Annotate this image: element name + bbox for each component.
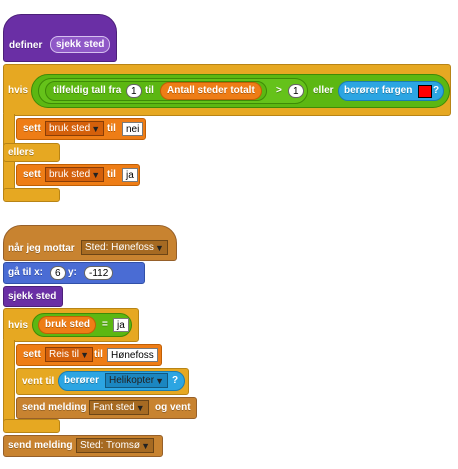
when-receive-label: når jeg mottar: [8, 243, 75, 254]
wait-until-label: vent til: [22, 376, 55, 387]
antall-steder-label: Antall steder totalt: [167, 85, 255, 96]
variable-name: bruk sted: [49, 123, 91, 134]
go-to-label: gå til x:: [8, 267, 44, 278]
gt-symbol: >: [276, 85, 282, 96]
define-name-prototype[interactable]: sjekk sted: [50, 36, 111, 53]
variable-dropdown[interactable]: bruk sted ▼: [45, 121, 105, 136]
touching-target-name: Helikopter: [109, 375, 155, 386]
variable-name: Reis til: [49, 349, 80, 360]
call-label: sjekk sted: [8, 291, 57, 302]
chevron-down-icon: ▼: [91, 170, 101, 180]
touching-target-dropdown[interactable]: Helikopter ▼: [105, 373, 169, 388]
if-bottom-bar: [3, 419, 60, 433]
set-label: sett: [23, 349, 41, 360]
define-name-text: sjekk sted: [56, 39, 105, 50]
eq-value-input[interactable]: ja: [113, 318, 129, 332]
chevron-down-icon: ▼: [141, 441, 151, 451]
variable-dropdown[interactable]: bruk sted ▼: [45, 167, 105, 182]
variable-dropdown[interactable]: Reis til ▼: [45, 347, 94, 362]
broadcast-and-wait-label: send melding: [22, 402, 87, 413]
chevron-down-icon: ▼: [91, 124, 101, 134]
set-value-input[interactable]: Hønefoss: [107, 348, 158, 362]
chevron-down-icon: ▼: [155, 376, 165, 386]
chevron-down-icon: ▼: [155, 243, 164, 253]
y-input[interactable]: -112: [84, 266, 114, 280]
message-dropdown[interactable]: Sted: Hønefoss ▼: [81, 240, 168, 255]
define-label: definer: [9, 40, 43, 51]
chevron-down-icon: ▼: [80, 350, 90, 360]
set-label: sett: [23, 123, 41, 134]
eq-symbol: =: [102, 319, 108, 330]
compare-value-input[interactable]: 1: [288, 84, 304, 98]
message-dropdown[interactable]: Sted: Tromsø ▼: [76, 438, 155, 453]
broadcast-label: send melding: [8, 440, 73, 451]
chevron-down-icon: ▼: [135, 403, 145, 413]
touching-color-label: berører fargen: [344, 85, 413, 96]
set-value-input[interactable]: ja: [122, 168, 138, 182]
random-from-input[interactable]: 1: [126, 84, 142, 98]
set-to-label: til: [94, 349, 103, 360]
if-else-bottom-bar: [3, 188, 60, 202]
random-to-label: til: [145, 85, 154, 96]
message-name: Sted: Hønefoss: [85, 242, 154, 253]
variable-name: bruk sted: [49, 169, 91, 180]
if-label: hvis: [8, 85, 29, 96]
set-to-label: til: [107, 123, 116, 134]
bruk-sted-label: bruk sted: [45, 319, 91, 330]
touching-label: berører: [64, 375, 100, 386]
random-label: tilfeldig tall fra: [53, 85, 122, 96]
set-to-label: til: [107, 169, 116, 180]
if-label: hvis: [8, 320, 29, 331]
set-value-input[interactable]: nei: [122, 122, 144, 136]
or-label: eller: [313, 85, 334, 96]
question-mark: ?: [433, 85, 440, 96]
message-name: Fant sted: [93, 402, 135, 413]
x-input[interactable]: 6: [50, 266, 66, 280]
set-label: sett: [23, 169, 41, 180]
else-label: ellers: [8, 147, 35, 158]
color-swatch[interactable]: [418, 85, 432, 98]
question-mark: ?: [172, 375, 179, 386]
message-name: Sted: Tromsø: [80, 440, 141, 451]
if-left-arm: [3, 340, 15, 422]
and-wait-label: og vent: [155, 402, 191, 413]
message-dropdown[interactable]: Fant sted ▼: [89, 400, 149, 415]
y-label: y:: [68, 267, 77, 278]
